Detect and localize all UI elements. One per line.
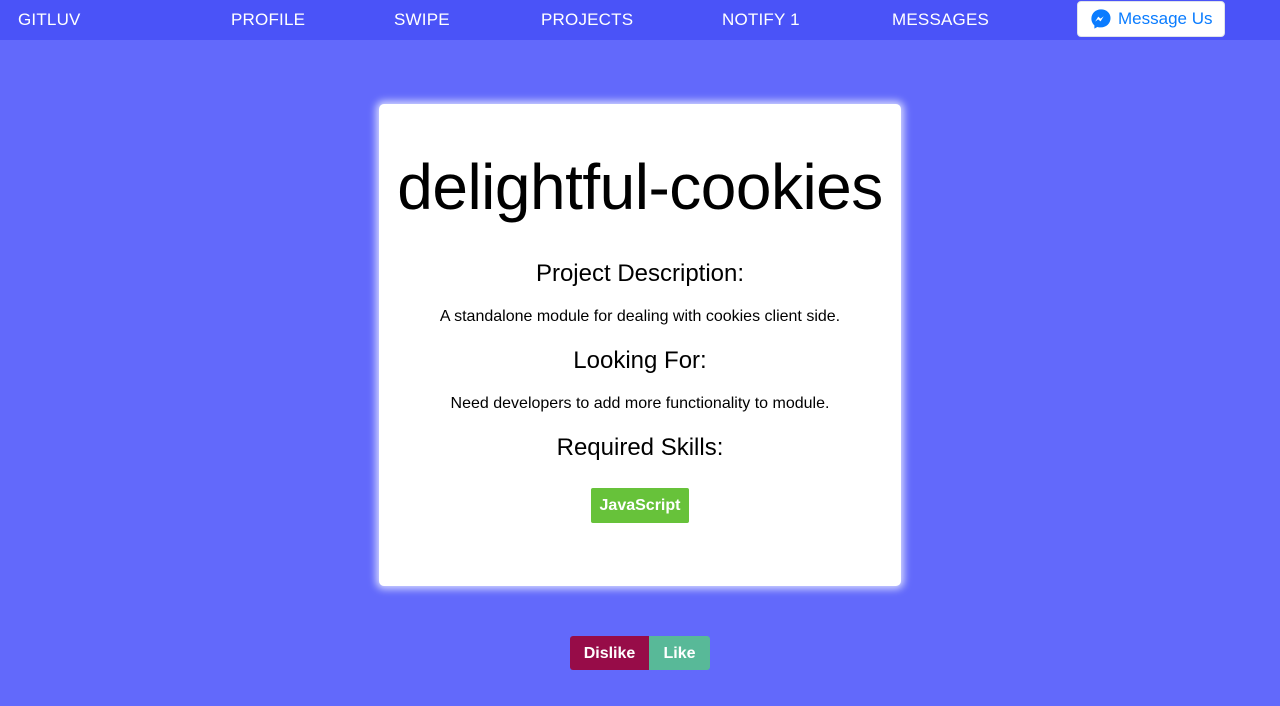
description-heading: Project Description: <box>535 260 745 287</box>
project-card: delightful-cookies Project Description: … <box>379 104 901 586</box>
description-text: A standalone module for dealing with coo… <box>439 308 841 325</box>
nav-link-projects[interactable]: PROJECTS <box>541 0 633 40</box>
message-us-label: Message Us <box>1118 9 1213 28</box>
looking-for-heading: Looking For: <box>573 347 707 374</box>
skill-tag: JavaScript <box>591 488 689 523</box>
like-button[interactable]: Like <box>649 636 710 670</box>
looking-for-text: Need developers to add more functionalit… <box>450 395 830 412</box>
top-navbar: GITLUV PROFILE SWIPE PROJECTS NOTIFY 1 M… <box>0 0 1280 40</box>
project-title: delightful-cookies <box>397 151 883 223</box>
nav-link-profile[interactable]: PROFILE <box>231 0 305 40</box>
messenger-icon <box>1090 8 1112 30</box>
brand-link[interactable]: GITLUV <box>18 0 81 40</box>
skills-heading: Required Skills: <box>556 434 724 461</box>
message-us-button[interactable]: Message Us <box>1077 1 1225 37</box>
nav-link-swipe[interactable]: SWIPE <box>394 0 450 40</box>
dislike-button[interactable]: Dislike <box>570 636 649 670</box>
nav-link-notify[interactable]: NOTIFY 1 <box>722 0 800 40</box>
nav-link-messages[interactable]: MESSAGES <box>892 0 989 40</box>
